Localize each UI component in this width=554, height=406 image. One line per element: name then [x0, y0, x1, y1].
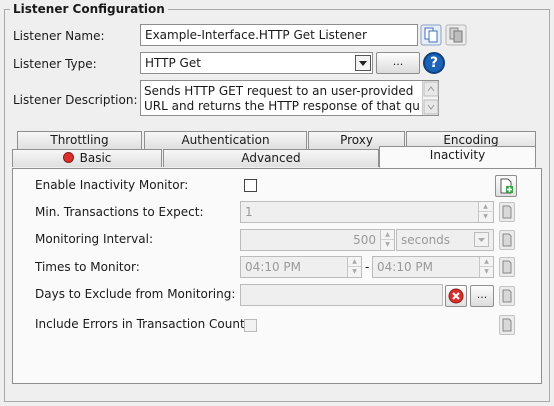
days-exclude-label: Days to Exclude from Monitoring:: [35, 287, 236, 301]
tab-advanced[interactable]: Advanced: [163, 149, 379, 167]
monitoring-interval-spinner: ▲ ▼: [380, 230, 394, 250]
days-exclude-input: [240, 284, 443, 306]
time-end-value: 04:10 PM: [377, 260, 433, 274]
description-line: URL and returns the HTTP response of tha…: [144, 99, 420, 113]
tab-inactivity[interactable]: Inactivity: [379, 146, 536, 168]
description-scrollbar[interactable]: [422, 81, 439, 115]
listener-type-value: HTTP Get: [145, 56, 201, 70]
document-icon: [499, 286, 515, 306]
time-start-input: 04:10 PM: [240, 256, 362, 278]
document-icon: [499, 202, 515, 222]
time-start-value: 04:10 PM: [245, 260, 301, 274]
listener-name-label: Listener Name:: [13, 29, 105, 43]
time-start-spinner: ▲ ▼: [347, 257, 361, 277]
tab-authentication[interactable]: Authentication: [144, 131, 307, 149]
monitoring-interval-value: 500: [353, 233, 376, 247]
listener-description-label: Listener Description:: [13, 93, 138, 107]
time-end-spinner: ▲ ▼: [479, 257, 493, 277]
error-icon: [62, 152, 74, 163]
listener-description-textarea[interactable]: Sends HTTP GET request to an user-provid…: [140, 80, 439, 116]
tab-basic-label: Basic: [79, 151, 112, 165]
time-end-input: 04:10 PM: [372, 256, 494, 278]
times-to-monitor-label: Times to Monitor:: [35, 260, 140, 274]
document-icon: [499, 230, 515, 250]
monitoring-interval-unit: seconds: [401, 233, 451, 247]
description-line: Sends HTTP GET request to an user-provid…: [144, 84, 414, 98]
min-transactions-value: 1: [245, 205, 253, 219]
chevron-down-icon: [474, 232, 489, 247]
listener-name-input[interactable]: Example-Interface.HTTP Get Listener: [140, 24, 418, 46]
copy-icon[interactable]: [420, 24, 442, 46]
document-icon: [499, 257, 515, 277]
min-transactions-spinner: ▲ ▼: [478, 202, 492, 222]
min-transactions-label: Min. Transactions to Expect:: [35, 205, 204, 219]
listener-type-select[interactable]: HTTP Get: [140, 52, 373, 74]
tab-basic[interactable]: Basic: [12, 149, 162, 167]
time-range-separator: -: [365, 260, 370, 274]
enable-inactivity-label: Enable Inactivity Monitor:: [35, 178, 189, 192]
add-document-icon[interactable]: [495, 175, 517, 197]
chevron-down-icon[interactable]: [355, 55, 371, 71]
clear-icon[interactable]: [445, 285, 467, 307]
monitoring-interval-input: 500: [240, 229, 395, 251]
listener-type-more-button[interactable]: ...: [376, 52, 420, 74]
include-errors-checkbox: [244, 319, 257, 332]
help-icon[interactable]: ?: [423, 52, 445, 74]
enable-inactivity-checkbox[interactable]: [244, 179, 257, 192]
min-transactions-input: 1: [240, 201, 494, 223]
include-errors-label: Include Errors in Transaction Count:: [35, 317, 249, 331]
document-icon: [499, 315, 515, 335]
paste-icon[interactable]: [445, 24, 467, 46]
days-exclude-more-button[interactable]: ...: [470, 285, 494, 307]
listener-type-label: Listener Type:: [13, 57, 97, 71]
tab-throttling[interactable]: Throttling: [17, 131, 142, 149]
monitoring-interval-label: Monitoring Interval:: [35, 232, 153, 246]
group-title: Listener Configuration: [10, 2, 168, 16]
